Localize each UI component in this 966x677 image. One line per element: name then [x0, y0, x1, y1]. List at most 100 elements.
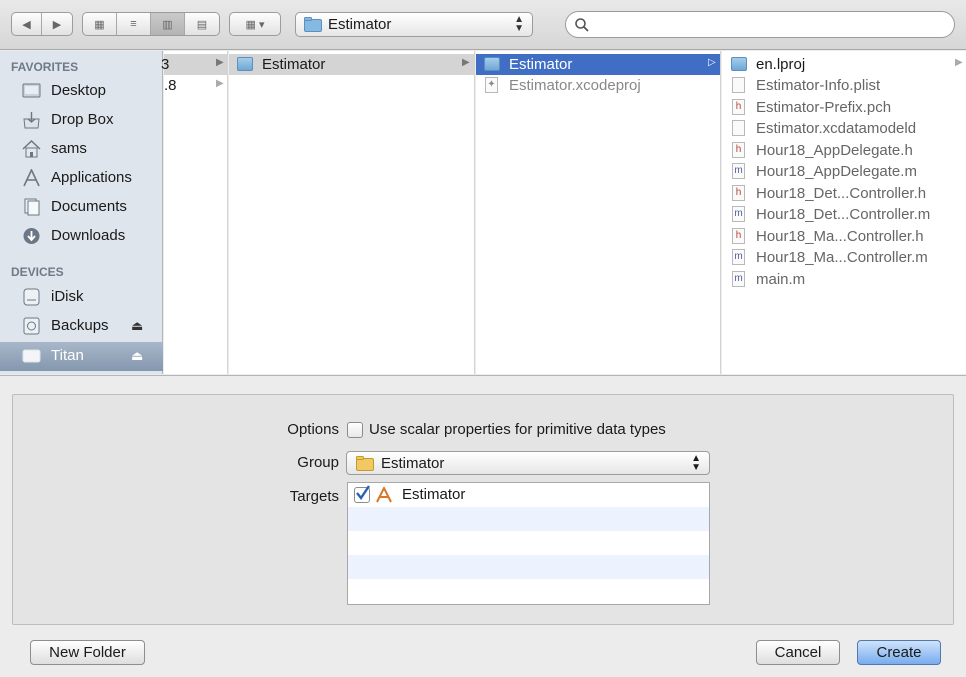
list-item[interactable]: Estimator ▶ — [229, 54, 474, 75]
header-file-icon: h — [732, 185, 745, 201]
folder-icon — [731, 57, 747, 71]
list-item[interactable]: h Hour18_AppDelegate.h — [722, 140, 966, 161]
sidebar-item-downloads[interactable]: Downloads — [0, 222, 163, 251]
list-item[interactable]: m Hour18_Ma...Controller.m — [722, 247, 966, 268]
disclosure-arrow-icon: ▷ — [708, 57, 716, 68]
options-label: Options — [287, 421, 339, 438]
sidebar-item-drop-box[interactable]: Drop Box — [0, 106, 163, 135]
create-button[interactable]: Create — [857, 640, 941, 665]
arrange-menu-button[interactable]: ▦ ▾ — [229, 12, 281, 36]
list-item[interactable]: en.lproj ▶ — [722, 54, 966, 75]
list-view-button[interactable]: ≡ — [117, 13, 151, 35]
popup-arrows-icon: ▲ ▼ — [691, 453, 701, 473]
idisk-icon — [23, 288, 40, 306]
sidebar-item-label: Titan — [51, 347, 84, 364]
scalar-properties-checkbox[interactable] — [347, 422, 363, 438]
checkmark-icon — [356, 485, 370, 501]
sidebar-item-desktop[interactable]: Desktop — [0, 77, 163, 106]
implementation-file-icon: m — [732, 206, 745, 222]
folder-icon — [484, 57, 500, 71]
column-view-icon: ▥ — [162, 18, 173, 31]
browser-column-1: Estimator ▶ — [229, 51, 475, 374]
group-label: Group — [297, 454, 339, 471]
folder-icon — [304, 17, 322, 32]
folder-icon — [237, 57, 253, 71]
sidebar-item-backups[interactable]: Backups ⏏ — [0, 312, 163, 341]
icon-view-button[interactable]: ▦ — [83, 13, 117, 35]
sidebar-item-label: Drop Box — [51, 111, 114, 128]
table-row — [348, 555, 709, 579]
sidebar-item-label: Applications — [51, 169, 132, 186]
search-icon — [575, 18, 589, 32]
backup-drive-icon — [23, 317, 40, 335]
eject-icon[interactable]: ⏏ — [131, 348, 143, 364]
back-button[interactable]: ◀ — [12, 13, 42, 35]
home-icon — [22, 140, 41, 158]
applications-icon — [23, 169, 40, 187]
sidebar-item-idisk[interactable]: iDisk — [0, 283, 163, 312]
disclosure-arrow-icon: ▶ — [216, 57, 224, 68]
list-item[interactable]: Estimator.xcdatamodeld — [722, 118, 966, 139]
sidebar-item-label: Desktop — [51, 82, 107, 99]
disclosure-arrow-icon: ▶ — [955, 57, 963, 68]
target-checkbox[interactable] — [354, 485, 370, 503]
search-field[interactable] — [565, 11, 955, 38]
list-item[interactable]: 3 ▶ — [161, 54, 227, 75]
sidebar-item-label: Downloads — [51, 227, 126, 244]
list-item[interactable]: m Hour18_AppDelegate.m — [722, 161, 966, 182]
favorites-heading: FAVORITES — [11, 60, 79, 74]
implementation-file-icon: m — [732, 163, 745, 179]
arrange-grid-icon: ▦ ▾ — [245, 18, 265, 31]
sidebar-item-documents[interactable]: Documents — [0, 193, 163, 222]
icon-view-icon: ▦ — [94, 18, 105, 31]
sidebar: FAVORITES Desktop Drop Box sams Applicat… — [0, 51, 163, 374]
group-popup[interactable]: Estimator ▲ ▼ — [346, 451, 710, 475]
cancel-button[interactable]: Cancel — [756, 640, 840, 665]
sidebar-item-sams[interactable]: sams — [0, 135, 163, 164]
list-item[interactable]: Estimator-Info.plist — [722, 75, 966, 96]
list-view-icon: ≡ — [130, 18, 137, 30]
table-row[interactable]: Estimator — [348, 483, 709, 507]
eject-icon[interactable]: ⏏ — [131, 318, 143, 334]
chevron-left-icon: ◀ — [22, 18, 31, 31]
list-item[interactable]: m main.m — [722, 269, 966, 290]
disclosure-arrow-icon: ▶ — [462, 57, 470, 68]
header-file-icon: h — [732, 99, 745, 115]
popup-arrows-icon: ▲ ▼ — [514, 14, 524, 34]
sidebar-item-label: Documents — [51, 198, 127, 215]
location-label: Estimator — [328, 16, 392, 33]
desktop-icon — [22, 83, 41, 98]
new-folder-button[interactable]: New Folder — [30, 640, 145, 665]
disclosure-arrow-icon: ▶ — [216, 78, 224, 89]
sidebar-item-applications[interactable]: Applications — [0, 164, 163, 193]
list-item[interactable]: m Hour18_Det...Controller.m — [722, 204, 966, 225]
list-item[interactable]: h Hour18_Ma...Controller.h — [722, 226, 966, 247]
forward-button[interactable]: ▶ — [42, 13, 72, 35]
group-value: Estimator — [381, 455, 445, 472]
list-item[interactable]: h Estimator-Prefix.pch — [722, 97, 966, 118]
targets-list: Estimator — [347, 482, 710, 605]
column-view-button[interactable]: ▥ — [151, 13, 185, 35]
folder-icon — [356, 456, 374, 471]
coverflow-view-button[interactable]: ▤ — [185, 13, 219, 35]
list-item[interactable]: ✦ Estimator.xcodeproj — [476, 75, 720, 96]
list-item[interactable]: .8 ▶ — [164, 75, 227, 96]
header-file-icon: h — [732, 142, 745, 158]
scalar-properties-label: Use scalar properties for primitive data… — [369, 421, 666, 438]
plist-file-icon — [732, 77, 745, 93]
options-box: Options Use scalar properties for primit… — [12, 394, 954, 625]
drive-icon — [22, 349, 41, 363]
dropbox-icon — [23, 112, 40, 129]
sidebar-item-label: iDisk — [51, 288, 84, 305]
list-item[interactable]: h Hour18_Det...Controller.h — [722, 183, 966, 204]
location-popup[interactable]: Estimator ▲ ▼ — [295, 12, 533, 37]
documents-icon — [24, 198, 40, 216]
sidebar-item-titan[interactable]: Titan ⏏ — [0, 342, 163, 371]
target-name: Estimator — [402, 486, 466, 503]
list-item[interactable]: Estimator ▷ — [476, 54, 720, 75]
xcodeproj-icon: ✦ — [485, 77, 498, 93]
header-file-icon: h — [732, 228, 745, 244]
table-row — [348, 507, 709, 531]
browser-column-3: en.lproj ▶ Estimator-Info.plist h Estima… — [722, 51, 966, 374]
coverflow-view-icon: ▤ — [196, 18, 208, 31]
